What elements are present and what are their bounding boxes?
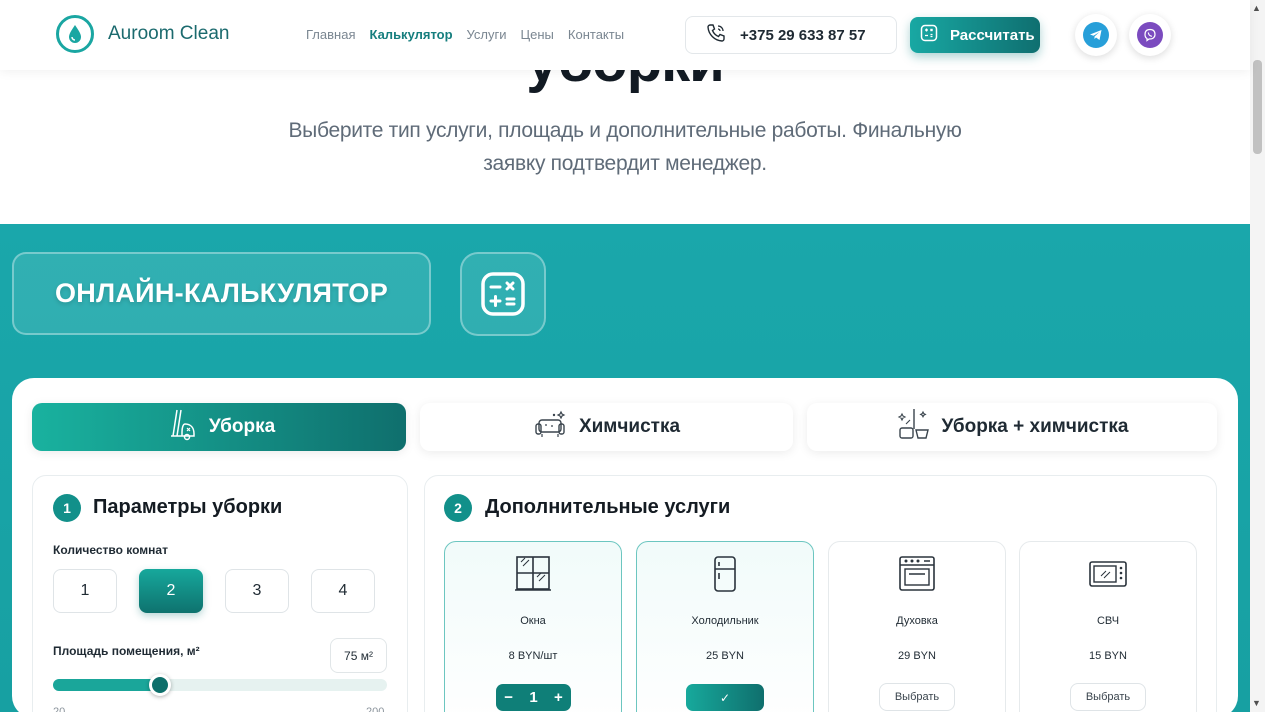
service-name: Духовка: [896, 615, 938, 627]
calculator-small-icon: [920, 24, 938, 46]
area-value: 75 м²: [330, 638, 387, 673]
quantity-value: 1: [529, 689, 538, 706]
window-icon: [445, 554, 621, 594]
service-price: 25 BYN: [706, 650, 744, 662]
service-price: 8 BYN/шт: [508, 650, 558, 662]
extras-title: Дополнительные услуги: [485, 496, 731, 518]
scroll-down-arrow-icon[interactable]: ▼: [1252, 698, 1261, 708]
area-slider[interactable]: [53, 679, 387, 691]
room-option-3[interactable]: 3: [225, 569, 289, 613]
cleaner-icon: [163, 406, 199, 448]
choose-button[interactable]: Выбрать: [1070, 683, 1146, 711]
microwave-icon: [1020, 554, 1196, 594]
hero-subtitle: Выберите тип услуги, площадь и дополните…: [288, 119, 962, 175]
service-card-microwave[interactable]: СВЧ 15 BYN Выбрать: [1019, 541, 1197, 712]
telegram-icon: [1083, 22, 1109, 48]
room-option-2[interactable]: 2: [139, 569, 203, 613]
room-option-1[interactable]: 1: [53, 569, 117, 613]
logo-text: Auroom Clean: [108, 23, 230, 44]
nav-item-prices[interactable]: Цены: [521, 27, 554, 42]
tab-dry-cleaning[interactable]: Химчистка: [420, 403, 793, 451]
viber-icon: [1137, 22, 1163, 48]
service-card-fridge[interactable]: Холодильник 25 BYN ✓: [636, 541, 814, 712]
telegram-button[interactable]: [1075, 14, 1117, 56]
calculator-icon: [460, 252, 546, 336]
tab-combo-label: Уборка + химчистка: [941, 416, 1129, 437]
viber-button[interactable]: [1129, 14, 1171, 56]
service-name: Холодильник: [691, 615, 759, 627]
calculator-banner: ОНЛАЙН-КАЛЬКУЛЯТОР: [12, 252, 431, 335]
area-max-label: 200: [366, 706, 385, 712]
service-name: СВЧ: [1096, 615, 1120, 627]
site-header: Auroom Clean Главная Калькулятор Услуги …: [0, 0, 1250, 70]
fridge-icon: [637, 554, 813, 594]
banner-title: ОНЛАЙН-КАЛЬКУЛЯТОР: [55, 278, 388, 308]
plus-icon[interactable]: +: [554, 689, 563, 706]
rooms-label: Количество комнат: [53, 543, 168, 557]
logo[interactable]: Auroom Clean: [56, 15, 229, 53]
minus-icon[interactable]: −: [504, 689, 513, 706]
room-option-4[interactable]: 4: [311, 569, 375, 613]
nav-item-services[interactable]: Услуги: [467, 27, 507, 42]
phone-icon: [706, 23, 726, 47]
oven-icon: [829, 554, 1005, 594]
tab-dry-cleaning-label: Химчистка: [578, 416, 681, 437]
sofa-icon: [533, 406, 569, 448]
phone-link[interactable]: +375 29 633 87 57: [685, 16, 897, 54]
logo-icon: [56, 15, 94, 53]
service-card-windows[interactable]: Окна 8 BYN/шт − 1 +: [444, 541, 622, 712]
choose-button[interactable]: Выбрать: [879, 683, 955, 711]
step-badge-1: 1: [53, 494, 81, 522]
combo-icon: [896, 406, 932, 448]
check-icon: ✓: [719, 690, 731, 705]
params-title: Параметры уборки: [93, 496, 283, 518]
phone-number: +375 29 633 87 57: [740, 26, 866, 44]
nav-item-home[interactable]: Главная: [306, 27, 355, 42]
calculate-button[interactable]: Рассчитать: [910, 17, 1040, 53]
calculate-button-label: Рассчитать: [950, 26, 1035, 44]
service-price: 15 BYN: [1089, 650, 1127, 662]
tab-combo[interactable]: Уборка + химчистка: [807, 403, 1217, 451]
nav-item-contacts[interactable]: Контакты: [568, 27, 624, 42]
selected-check-button[interactable]: ✓: [686, 684, 764, 711]
area-min-label: 20: [53, 706, 66, 712]
service-name: Окна: [520, 615, 546, 627]
scroll-up-arrow-icon[interactable]: ▲: [1252, 3, 1261, 13]
nav-item-calculator[interactable]: Калькулятор: [369, 27, 452, 42]
main-nav: Главная Калькулятор Услуги Цены Контакты: [306, 27, 638, 42]
area-slider-fill: [53, 679, 160, 691]
quantity-stepper[interactable]: − 1 +: [496, 684, 571, 711]
tab-cleaning[interactable]: Уборка: [32, 403, 406, 451]
service-card-oven[interactable]: Духовка 29 BYN Выбрать: [828, 541, 1006, 712]
area-slider-thumb[interactable]: [148, 674, 171, 696]
tab-cleaning-label: Уборка: [208, 416, 276, 437]
step-badge-2: 2: [444, 494, 472, 522]
area-label: Площадь помещения, м²: [53, 644, 200, 658]
service-price: 29 BYN: [898, 650, 936, 662]
page-scrollbar-thumb[interactable]: [1253, 60, 1262, 154]
